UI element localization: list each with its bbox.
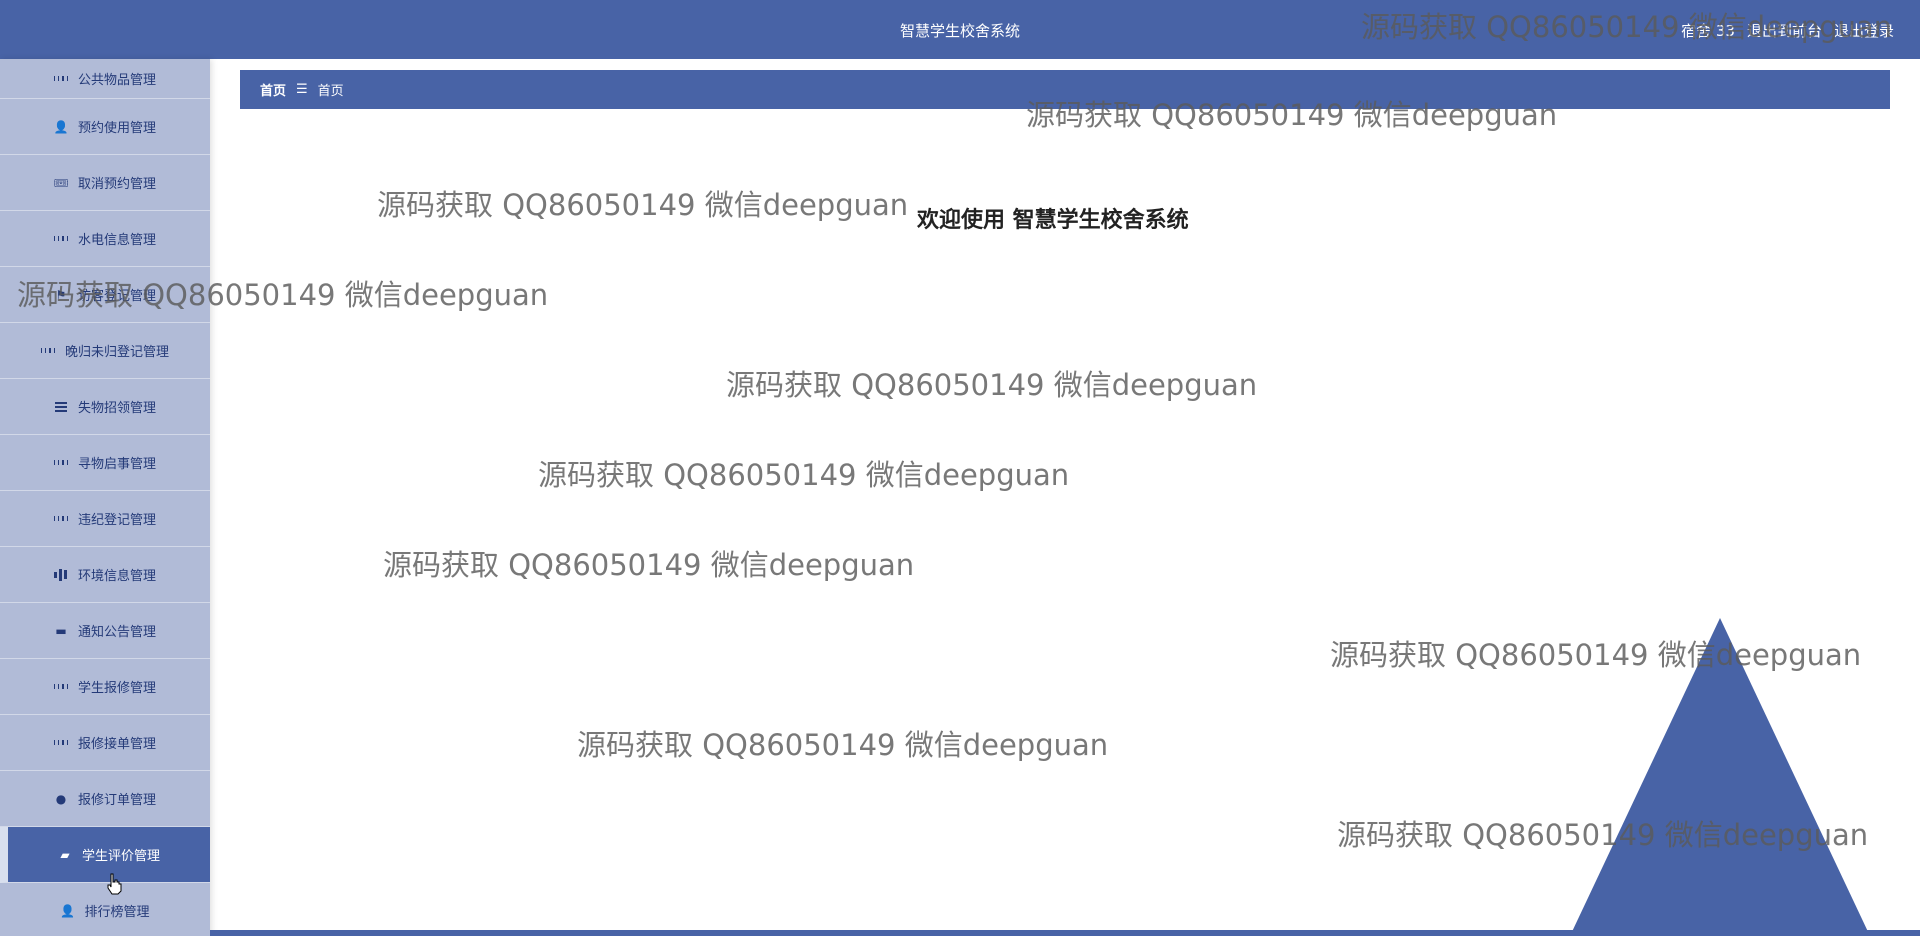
sidebar-item-utilities[interactable]: 水电信息管理 — [0, 211, 210, 267]
app-title: 智慧学生校舍系统 — [899, 22, 1020, 40]
bar-chart-icon — [54, 568, 68, 582]
sidebar-item-notice[interactable]: ▬ 通知公告管理 — [0, 603, 210, 659]
sidebar-menu: 公共物品管理 👤 预约使用管理 🎟 取消预约管理 水电信息管理 ⚑ 访客登记管理… — [0, 59, 210, 936]
sidebar-item-label: 寻物启事管理 — [77, 457, 156, 472]
ticket-icon: 🎟 — [53, 175, 69, 190]
sidebar-item-repair[interactable]: 学生报修管理 — [0, 659, 210, 715]
logout-link[interactable]: 退出登录 — [1834, 20, 1894, 41]
sidebar-item-label: 学生评价管理 — [81, 849, 160, 864]
user-icon: 👤 — [60, 903, 75, 918]
sidebar-item-label: 排行榜管理 — [84, 905, 150, 920]
flag-icon: ⚑ — [55, 287, 67, 302]
sidebar-item-discipline[interactable]: 违纪登记管理 — [0, 491, 210, 547]
grid-icon — [53, 736, 68, 750]
sidebar-item-label: 失物招领管理 — [77, 401, 156, 416]
hand-cursor-icon — [107, 873, 122, 895]
sidebar-item-reservation[interactable]: 👤 预约使用管理 — [0, 99, 210, 155]
sidebar-item-label: 晚归未归登记管理 — [64, 345, 169, 360]
bottom-accent-line — [210, 930, 1920, 936]
sidebar-item-repair-orders[interactable]: ● 报修订单管理 — [0, 771, 210, 827]
sidebar-item-label: 报修订单管理 — [77, 793, 156, 808]
breadcrumb-current: 首页 — [317, 84, 344, 99]
sidebar-item-label: 报修接单管理 — [77, 737, 156, 752]
sidebar-item-label: 取消预约管理 — [77, 177, 156, 192]
grid-icon — [53, 72, 68, 86]
sidebar-item-ranking[interactable]: 👤 排行榜管理 — [0, 883, 210, 936]
sidebar-item-label: 水电信息管理 — [77, 233, 156, 248]
sidebar-item-label: 违纪登记管理 — [77, 513, 156, 528]
sidebar-item-environment[interactable]: 环境信息管理 — [0, 547, 210, 603]
grid-icon — [53, 512, 68, 526]
breadcrumb-separator-icon: ☰ — [296, 82, 308, 97]
user-area: 宿舍 33 退出到前台 退出登录 — [1681, 20, 1894, 41]
current-user-label: 宿舍 33 — [1681, 22, 1735, 40]
list-icon — [54, 400, 68, 414]
sidebar-item-label: 环境信息管理 — [77, 569, 156, 584]
watermark-text: 源码获取 QQ86050149 微信deepguan — [726, 368, 1258, 402]
sidebar-item-evaluation[interactable]: ▰ 学生评价管理 — [0, 827, 210, 883]
sidebar-item-label: 通知公告管理 — [77, 625, 156, 640]
back-to-front-link[interactable]: 退出到前台 — [1747, 20, 1822, 41]
user-icon: 👤 — [53, 119, 69, 134]
welcome-heading: 欢迎使用 智慧学生校舍系统 — [917, 208, 1189, 233]
grid-icon — [53, 456, 68, 470]
top-header-bar: 智慧学生校舍系统 宿舍 33 退出到前台 退出登录 — [0, 0, 1920, 59]
comment-icon: ▰ — [60, 847, 70, 862]
watermark-text: 源码获取 QQ86050149 微信deepguan — [383, 548, 915, 582]
grid-icon — [53, 232, 68, 246]
grid-icon — [40, 344, 55, 358]
sidebar-item-label: 预约使用管理 — [77, 121, 156, 136]
grid-icon — [53, 680, 68, 694]
breadcrumb: 首页 ☰ 首页 — [240, 70, 1890, 109]
decorative-triangle — [1570, 618, 1870, 936]
sidebar-item-label: 访客登记管理 — [77, 289, 156, 304]
sidebar-item-lost-found[interactable]: 失物招领管理 — [0, 379, 210, 435]
book-icon: ▬ — [55, 623, 67, 638]
sidebar-item-repair-accept[interactable]: 报修接单管理 — [0, 715, 210, 771]
watermark-text: 源码获取 QQ86050149 微信deepguan — [538, 458, 1070, 492]
sidebar-item-label: 公共物品管理 — [77, 73, 156, 88]
sidebar-item-cancel-reservation[interactable]: 🎟 取消预约管理 — [0, 155, 210, 211]
balloon-icon: ● — [55, 791, 67, 806]
sidebar-item-late-return[interactable]: 晚归未归登记管理 — [0, 323, 210, 379]
sidebar-item-public-goods[interactable]: 公共物品管理 — [0, 59, 210, 99]
breadcrumb-home-link[interactable]: 首页 — [260, 80, 286, 99]
watermark-text: 源码获取 QQ86050149 微信deepguan — [577, 728, 1109, 762]
sidebar-item-lost-notice[interactable]: 寻物启事管理 — [0, 435, 210, 491]
watermark-text: 源码获取 QQ86050149 微信deepguan — [377, 188, 909, 222]
sidebar-item-label: 学生报修管理 — [77, 681, 156, 696]
sidebar-item-visitors[interactable]: ⚑ 访客登记管理 — [0, 267, 210, 323]
